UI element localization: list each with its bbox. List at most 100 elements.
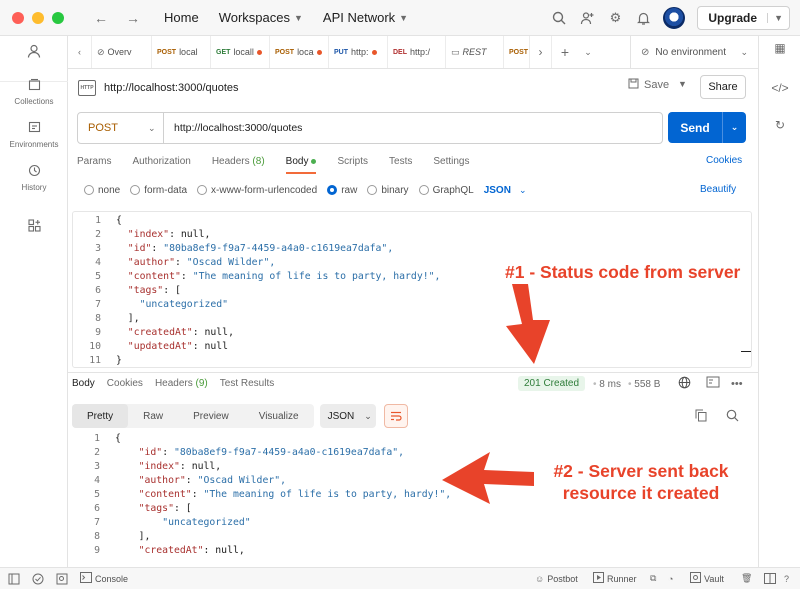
tab-response-body[interactable]: Body [72, 378, 95, 389]
code-text: "createdAt": null, [101, 326, 234, 340]
chevron-down-icon[interactable]: ▼ [678, 79, 687, 89]
globe-icon[interactable] [678, 376, 691, 392]
radio-graphql[interactable]: GraphQL [418, 185, 474, 196]
online-status-icon[interactable] [32, 573, 44, 585]
tab-response-headers[interactable]: Headers (9) [155, 378, 208, 389]
radio-binary[interactable]: binary [367, 185, 409, 196]
proxy-icon[interactable]: ⧉ [650, 573, 656, 584]
home-menu[interactable]: Home [164, 10, 199, 25]
tabs-scroll-left-icon[interactable]: ‹ [68, 36, 92, 68]
tab-get-local[interactable]: GET locall [211, 36, 270, 68]
tab-authorization[interactable]: Authorization [132, 150, 190, 174]
copy-icon[interactable] [695, 409, 707, 425]
find-replace-icon[interactable] [56, 573, 68, 585]
documentation-icon[interactable]: ▦ [759, 41, 800, 55]
trash-icon[interactable]: 🗑 [741, 573, 752, 584]
url-input[interactable]: http://localhost:3000/quotes [174, 122, 302, 134]
annotation-resource-created: #2 - Server sent back resource it create… [539, 460, 743, 504]
chevron-down-icon[interactable]: ⌄ [722, 112, 746, 143]
bell-icon[interactable] [635, 10, 651, 26]
code-icon[interactable]: </> [759, 81, 800, 95]
tab-del-http[interactable]: DEL http:/ [388, 36, 446, 68]
radio-form-data[interactable]: form-data [130, 185, 187, 196]
beautify-link[interactable]: Beautify [700, 184, 736, 195]
tab-body[interactable]: Body [285, 150, 317, 174]
wrap-lines-button[interactable] [383, 404, 408, 428]
close-window-button[interactable] [12, 11, 24, 24]
user-icon[interactable] [0, 44, 68, 61]
sidebar-item-history[interactable]: History [0, 164, 68, 192]
code-text: "author": "Oscad Wilder", [100, 474, 286, 488]
add-user-icon[interactable] [579, 10, 595, 26]
sidebar-item-collections[interactable]: Collections [0, 78, 68, 106]
radio-none[interactable]: none [84, 185, 120, 196]
add-apps-icon[interactable] [0, 219, 68, 235]
status-badge[interactable]: 201 Created [518, 376, 586, 391]
tab-options-chevron-icon[interactable]: ⌄ [578, 36, 598, 68]
upgrade-button[interactable]: Upgrade ▼ [697, 6, 790, 30]
view-visualize[interactable]: Visualize [244, 404, 314, 428]
vault-button[interactable]: Vault [690, 572, 724, 585]
request-name[interactable]: http://localhost:3000/quotes [104, 82, 239, 94]
more-options-icon[interactable]: ••• [731, 378, 743, 390]
response-time[interactable]: • 8 ms [593, 379, 621, 390]
save-button[interactable]: Save [628, 78, 669, 92]
tab-response-cookies[interactable]: Cookies [107, 378, 143, 389]
avatar[interactable] [663, 7, 686, 29]
tab-post-local[interactable]: POST local [152, 36, 211, 68]
tab-overview[interactable]: ⊘ Overv [92, 36, 152, 68]
chevron-down-icon[interactable]: ▼ [767, 13, 789, 23]
tab-settings[interactable]: Settings [433, 150, 469, 174]
request-body-editor[interactable]: 1{2 "index": null, 3 "id": "80ba8ef9-f9a7… [72, 211, 752, 368]
send-button[interactable]: Send ⌄ [668, 112, 746, 143]
workspaces-menu[interactable]: Workspaces ▼ [219, 10, 303, 25]
tab-test-results[interactable]: Test Results [220, 378, 274, 389]
runner-button[interactable]: Runner [593, 572, 637, 585]
save-response-icon[interactable] [706, 376, 720, 391]
tab-scripts[interactable]: Scripts [337, 150, 368, 174]
tab-post-local-2[interactable]: POST loca [270, 36, 329, 68]
api-network-menu[interactable]: API Network ▼ [323, 10, 408, 25]
format-select[interactable]: JSON ⌄ [484, 185, 527, 196]
tab-tests[interactable]: Tests [389, 150, 412, 174]
radio-urlencoded[interactable]: x-www-form-urlencoded [197, 185, 317, 196]
cookies-link[interactable]: Cookies [706, 155, 742, 166]
response-format-select[interactable]: JSON ⌄ [319, 404, 376, 428]
method-select[interactable]: POST ⌄ [78, 113, 164, 143]
maximize-window-button[interactable] [52, 11, 64, 24]
save-icon [628, 78, 639, 92]
json-value: [ [185, 503, 192, 514]
code-line: 1{ [72, 432, 752, 446]
forward-arrow-icon[interactable]: → [126, 10, 140, 26]
help-icon[interactable]: ? [784, 574, 789, 584]
related-requests-icon[interactable]: ↻ [759, 118, 800, 132]
response-size[interactable]: • 558 B [628, 379, 660, 390]
view-pretty[interactable]: Pretty [72, 404, 129, 428]
sidebar-toggle-icon[interactable] [8, 573, 20, 585]
cookies-icon[interactable]: ◔ [668, 574, 673, 584]
panel-divider[interactable] [68, 372, 758, 373]
tab-post-partial[interactable]: POST [504, 36, 530, 68]
radio-raw[interactable]: raw [327, 185, 357, 196]
sidebar-item-environments[interactable]: Environments [0, 121, 68, 149]
new-tab-icon[interactable]: + [552, 36, 578, 68]
layout-toggle-icon[interactable] [764, 573, 776, 584]
search-icon[interactable] [726, 409, 739, 425]
search-icon[interactable] [551, 10, 567, 26]
tab-put-http[interactable]: PUT http: [329, 36, 388, 68]
code-line: 7 "uncategorized" [73, 298, 751, 312]
tabs-scroll-right-icon[interactable]: › [530, 36, 552, 68]
minimize-window-button[interactable] [32, 11, 44, 24]
gear-icon[interactable]: ⚙ [607, 10, 623, 26]
view-raw[interactable]: Raw [128, 404, 178, 428]
tab-rest[interactable]: ▭ REST [446, 36, 504, 68]
view-preview[interactable]: Preview [178, 404, 244, 428]
console-button[interactable]: Console [80, 572, 128, 585]
postbot-button[interactable]: ☺ Postbot [535, 574, 578, 584]
share-button[interactable]: Share [700, 75, 746, 99]
tab-params[interactable]: Params [77, 150, 111, 174]
back-arrow-icon[interactable]: ← [94, 10, 108, 26]
environment-selector[interactable]: ⊘ No environment ⌄ [630, 36, 758, 69]
tab-headers[interactable]: Headers (8) [212, 150, 265, 174]
